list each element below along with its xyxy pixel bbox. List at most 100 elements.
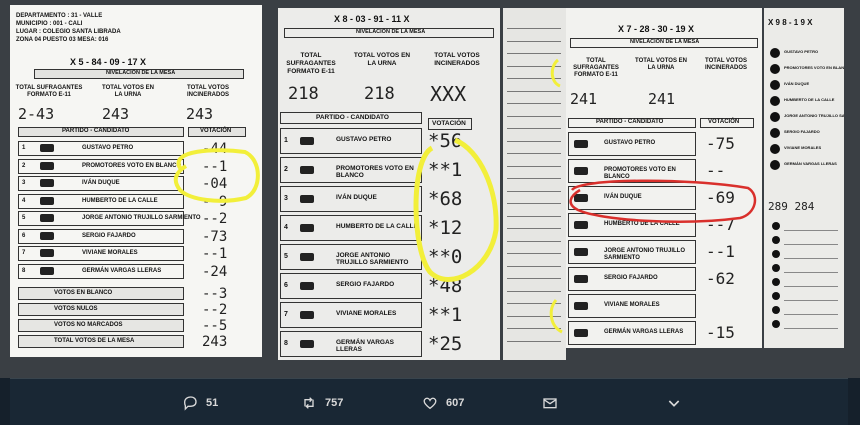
ruled-line bbox=[507, 240, 561, 242]
candidate-name: HUMBERTO DE LA CALLE bbox=[82, 197, 158, 204]
ruled-line bbox=[784, 286, 838, 287]
candidate-name: HUMBERTO DE LA CALLE bbox=[784, 97, 835, 102]
col-sufragantes: TOTAL SUFRAGANTES FORMATO E-11 bbox=[573, 58, 619, 78]
header-partido: PARTIDO - CANDIDATO bbox=[596, 119, 664, 125]
candidate-name: HUMBERTO DE LA CALLE bbox=[604, 221, 680, 227]
retweet-button[interactable]: 757 bbox=[301, 393, 343, 413]
candidate-name: VIVIANE MORALES bbox=[784, 145, 822, 150]
footer-label: VOTOS EN BLANCO bbox=[54, 290, 113, 296]
row-number: 8 bbox=[22, 267, 26, 274]
like-button[interactable]: 607 bbox=[422, 393, 464, 413]
col-sufragantes: TOTAL SUFRAGANTES FORMATO E-11 bbox=[286, 52, 336, 75]
candidate-votes: **1 bbox=[428, 159, 463, 181]
row-number: 7 bbox=[284, 311, 288, 318]
mesa-code: X 7 - 28 - 30 - 19 X bbox=[618, 24, 695, 34]
ruled-line bbox=[507, 315, 561, 317]
party-logo bbox=[772, 292, 780, 300]
like-count: 607 bbox=[446, 397, 465, 409]
party-logo bbox=[574, 275, 588, 283]
col-incinerados: TOTAL VOTOS INCINERADOS bbox=[186, 85, 229, 98]
party-logo bbox=[40, 231, 54, 240]
tweet-photo[interactable]: DEPARTAMENTO : 31 - VALLE MUNICIPIO : 00… bbox=[0, 0, 860, 378]
row-number: 4 bbox=[284, 224, 288, 231]
party-logo bbox=[300, 166, 314, 174]
candidate-name: GUSTAVO PETRO bbox=[784, 49, 819, 54]
share-button[interactable] bbox=[542, 393, 566, 413]
party-logo bbox=[40, 179, 54, 187]
col-votos-urna: TOTAL VOTOS EN LA URNA bbox=[353, 52, 411, 67]
party-logo bbox=[574, 140, 588, 148]
candidate-name: VIVIANE MORALES bbox=[336, 310, 397, 317]
candidate-votes: -75 bbox=[706, 134, 735, 153]
ruled-line bbox=[507, 153, 561, 154]
nivelacion-label: NIVELACIÓN DE LA MESA bbox=[106, 70, 176, 76]
party-logo bbox=[770, 144, 780, 154]
party-logo bbox=[772, 222, 780, 230]
candidate-name: IVÁN DUQUE bbox=[604, 194, 642, 200]
party-logo bbox=[40, 266, 54, 275]
nivelacion-label: NIVELACIÓN DE LA MESA bbox=[356, 29, 426, 35]
candidate-votes: --1 bbox=[706, 242, 735, 261]
party-logo bbox=[300, 253, 314, 261]
row-number: 6 bbox=[284, 282, 288, 289]
ruled-line bbox=[507, 303, 561, 304]
candidate-name: SERGIO FAJARDO bbox=[604, 275, 658, 281]
ruled-line bbox=[507, 165, 561, 167]
total-sufragantes-value: 241 bbox=[570, 90, 598, 108]
ruled-line bbox=[507, 128, 561, 129]
party-logo bbox=[574, 221, 588, 229]
party-logo bbox=[300, 340, 314, 348]
more-button[interactable] bbox=[666, 393, 690, 413]
reply-count: 51 bbox=[206, 397, 219, 409]
mesa-code: X 8 - 03 - 91 - 11 X bbox=[334, 14, 410, 24]
tally-sheet-5-partial: X 9 8 - 1 9 X 289 284 GUSTAVO PETRO PROMO… bbox=[764, 8, 844, 348]
candidate-votes: **0 bbox=[428, 246, 463, 268]
candidate-name: GERMÁN VARGAS LLERAS bbox=[82, 267, 162, 274]
candidate-name: SERGIO FAJARDO bbox=[82, 232, 136, 239]
party-logo bbox=[772, 278, 780, 286]
party-logo bbox=[40, 161, 54, 170]
retweet-count: 757 bbox=[325, 397, 344, 409]
total-incinerados-value: XXX bbox=[430, 82, 467, 106]
party-logo bbox=[40, 196, 54, 205]
ruled-line bbox=[784, 300, 838, 301]
tally-sheet-1: DEPARTAMENTO : 31 - VALLE MUNICIPIO : 00… bbox=[10, 5, 262, 357]
candidate-votes: -15 bbox=[706, 323, 735, 342]
col-incinerados: TOTAL VOTOS INCINERADOS bbox=[704, 58, 747, 71]
row-number: 5 bbox=[284, 253, 288, 260]
candidate-name: PROMOTORES VOTO EN BLANCO bbox=[336, 165, 414, 179]
candidate-name: HUMBERTO DE LA CALLE bbox=[336, 223, 418, 230]
candidate-votes: -44 bbox=[202, 141, 228, 157]
tally-sheet-2: X 8 - 03 - 91 - 11 X NIVELACIÓN DE LA ME… bbox=[278, 8, 500, 360]
candidate-votes: **1 bbox=[428, 304, 463, 326]
candidate-votes: -24 bbox=[202, 263, 228, 280]
candidate-name: JORGE ANTONIO TRUJILLO SARMIENTO bbox=[82, 215, 201, 221]
ruled-line bbox=[784, 328, 838, 329]
party-logo bbox=[574, 302, 588, 310]
ruled-line bbox=[507, 253, 561, 254]
row-number: 6 bbox=[22, 232, 26, 239]
candidate-votes: -62 bbox=[706, 269, 735, 288]
candidate-name: PROMOTORES VOTO EN BLANCO bbox=[82, 162, 182, 169]
header-partido: PARTIDO - CANDIDATO bbox=[62, 128, 130, 134]
ruled-line bbox=[507, 65, 561, 67]
party-logo bbox=[770, 112, 780, 122]
tally-sheet-3-partial bbox=[503, 8, 566, 360]
candidate-name: JORGE ANTONIO TRUJILLO SARMIENTO bbox=[784, 113, 844, 118]
candidate-name: SERGIO FAJARDO bbox=[784, 129, 820, 134]
candidate-votes: -69 bbox=[706, 188, 735, 207]
party-logo bbox=[574, 167, 588, 175]
header-votacion: VOTACIÓN bbox=[708, 119, 740, 125]
footer-row bbox=[18, 303, 184, 316]
total-urna-value: 218 bbox=[364, 84, 395, 104]
candidate-votes: *48 bbox=[428, 275, 463, 297]
tally-sheet-4: X 7 - 28 - 30 - 19 X NIVELACIÓN DE LA ME… bbox=[566, 8, 762, 348]
party-logo bbox=[40, 214, 54, 222]
total-urna-value: 243 bbox=[102, 105, 130, 123]
ruled-line bbox=[507, 278, 561, 279]
reply-button[interactable]: 51 bbox=[182, 393, 218, 413]
lugar-label: LUGAR : COLEGIO SANTA LIBRADA bbox=[16, 29, 121, 35]
ruled-line bbox=[784, 272, 838, 273]
party-logo bbox=[772, 236, 780, 244]
candidate-name: JORGE ANTONIO TRUJILLO SARMIENTO bbox=[604, 248, 686, 261]
